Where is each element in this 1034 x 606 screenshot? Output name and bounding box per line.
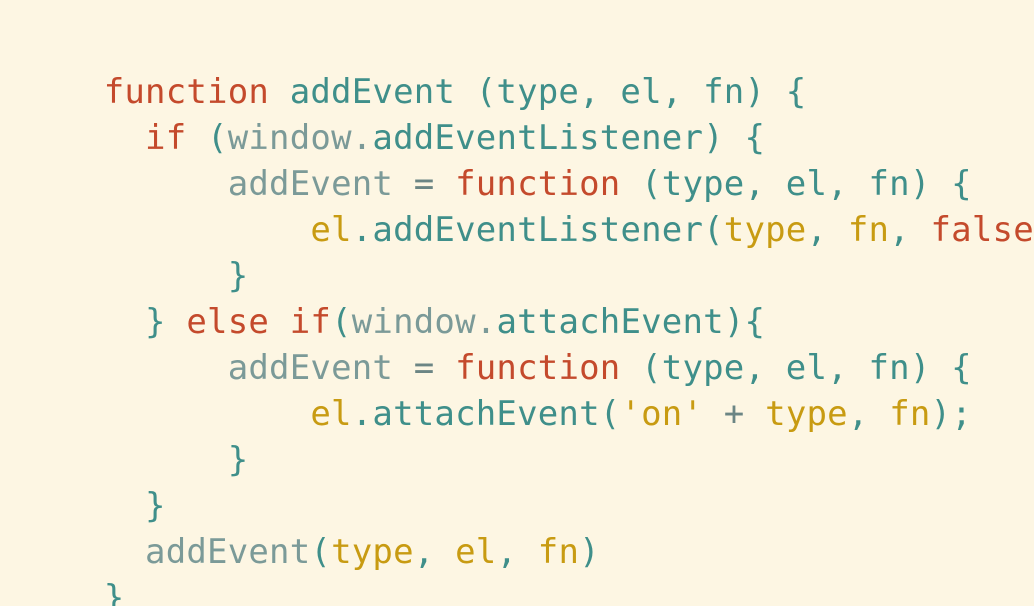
code-token: el [310, 210, 352, 250]
code-token: function [103, 72, 270, 112]
code-token: addEvent [289, 72, 456, 112]
code-token: ); [930, 394, 972, 434]
code-token: + [703, 394, 766, 434]
code-token: addEventListener [372, 118, 704, 158]
code-token: type [765, 394, 848, 434]
code-token: ( [331, 302, 352, 342]
code-token: } [227, 440, 249, 480]
code-token: type [723, 210, 807, 250]
code-token: ( [310, 532, 332, 572]
code-token: , [847, 394, 890, 434]
code-token: window. [227, 118, 373, 158]
code-token: , [413, 532, 456, 572]
code-token: fn [889, 394, 931, 434]
code-token: ){ [723, 302, 766, 342]
code-token: fn [847, 210, 890, 250]
code-token: window. [351, 302, 497, 342]
code-line: function addEvent (type, el, fn) { [21, 23, 1034, 112]
code-token: ( [186, 118, 228, 158]
code-token: addEvent [227, 164, 394, 204]
code-token: attachEvent [496, 302, 724, 342]
code-token: , [496, 532, 538, 572]
code-token: el [455, 532, 497, 572]
code-token: = [393, 164, 456, 204]
code-token: 'on' [620, 394, 704, 434]
code-token: } [145, 302, 166, 342]
code-token: } [103, 578, 125, 606]
code-token: } [227, 256, 249, 296]
code-token: .attachEvent( [351, 394, 621, 434]
code-token: else [186, 302, 270, 342]
code-token: addEvent [145, 532, 311, 572]
code-token: (type, el, fn) { [455, 72, 807, 112]
code-token: false [930, 210, 1034, 250]
code-token: function [455, 164, 621, 204]
code-token: = [393, 348, 456, 388]
code-token: , [889, 210, 931, 250]
code-token: ) { [703, 118, 766, 158]
code-token: function [455, 348, 621, 388]
code-token: if [289, 302, 332, 342]
code-token: ) [579, 532, 600, 572]
code-token: if [145, 118, 187, 158]
code-token: , [806, 210, 848, 250]
code-token: addEvent [227, 348, 394, 388]
code-token: type [331, 532, 414, 572]
code-token: } [145, 486, 166, 526]
code-token: (type, el, fn) { [620, 164, 972, 204]
code-token: .addEventListener( [351, 210, 724, 250]
code-token: fn [537, 532, 580, 572]
code-line: addEvent(type, el, fn) [21, 483, 1034, 572]
code-token: (type, el, fn) { [620, 348, 972, 388]
code-block: function addEvent (type, el, fn) { if (w… [0, 0, 1034, 606]
code-token: el [310, 394, 352, 434]
